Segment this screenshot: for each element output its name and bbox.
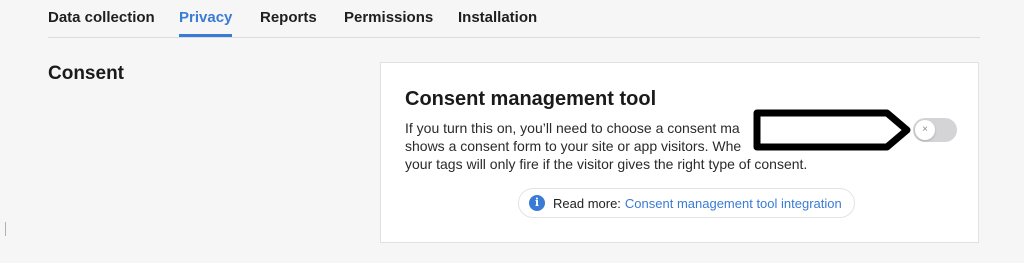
read-more-pill: i Read more: Consent management tool int… — [518, 188, 855, 218]
tab-installation[interactable]: Installation — [458, 10, 537, 36]
tab-permissions[interactable]: Permissions — [344, 10, 433, 36]
consent-toggle[interactable]: × — [913, 118, 957, 142]
tab-privacy[interactable]: Privacy — [179, 10, 233, 37]
toggle-knob-close-icon: × — [915, 120, 935, 140]
info-icon: i — [529, 195, 545, 211]
section-title: Consent — [48, 63, 124, 84]
description-line: your tags will only fire if the visitor … — [405, 156, 808, 172]
page: Data collection Privacy Reports Permissi… — [0, 0, 1024, 263]
cursor-mark — [5, 222, 6, 236]
consent-card: Consent management tool If you turn this… — [380, 62, 979, 243]
tab-reports[interactable]: Reports — [260, 10, 317, 36]
card-title: Consent management tool — [405, 88, 657, 110]
redaction-mark — [753, 109, 911, 151]
tab-bar: Data collection Privacy Reports Permissi… — [48, 0, 980, 38]
consent-integration-link[interactable]: Consent management tool integration — [625, 196, 842, 211]
tab-data-collection[interactable]: Data collection — [48, 10, 155, 36]
read-more-label: Read more: — [553, 195, 621, 211]
